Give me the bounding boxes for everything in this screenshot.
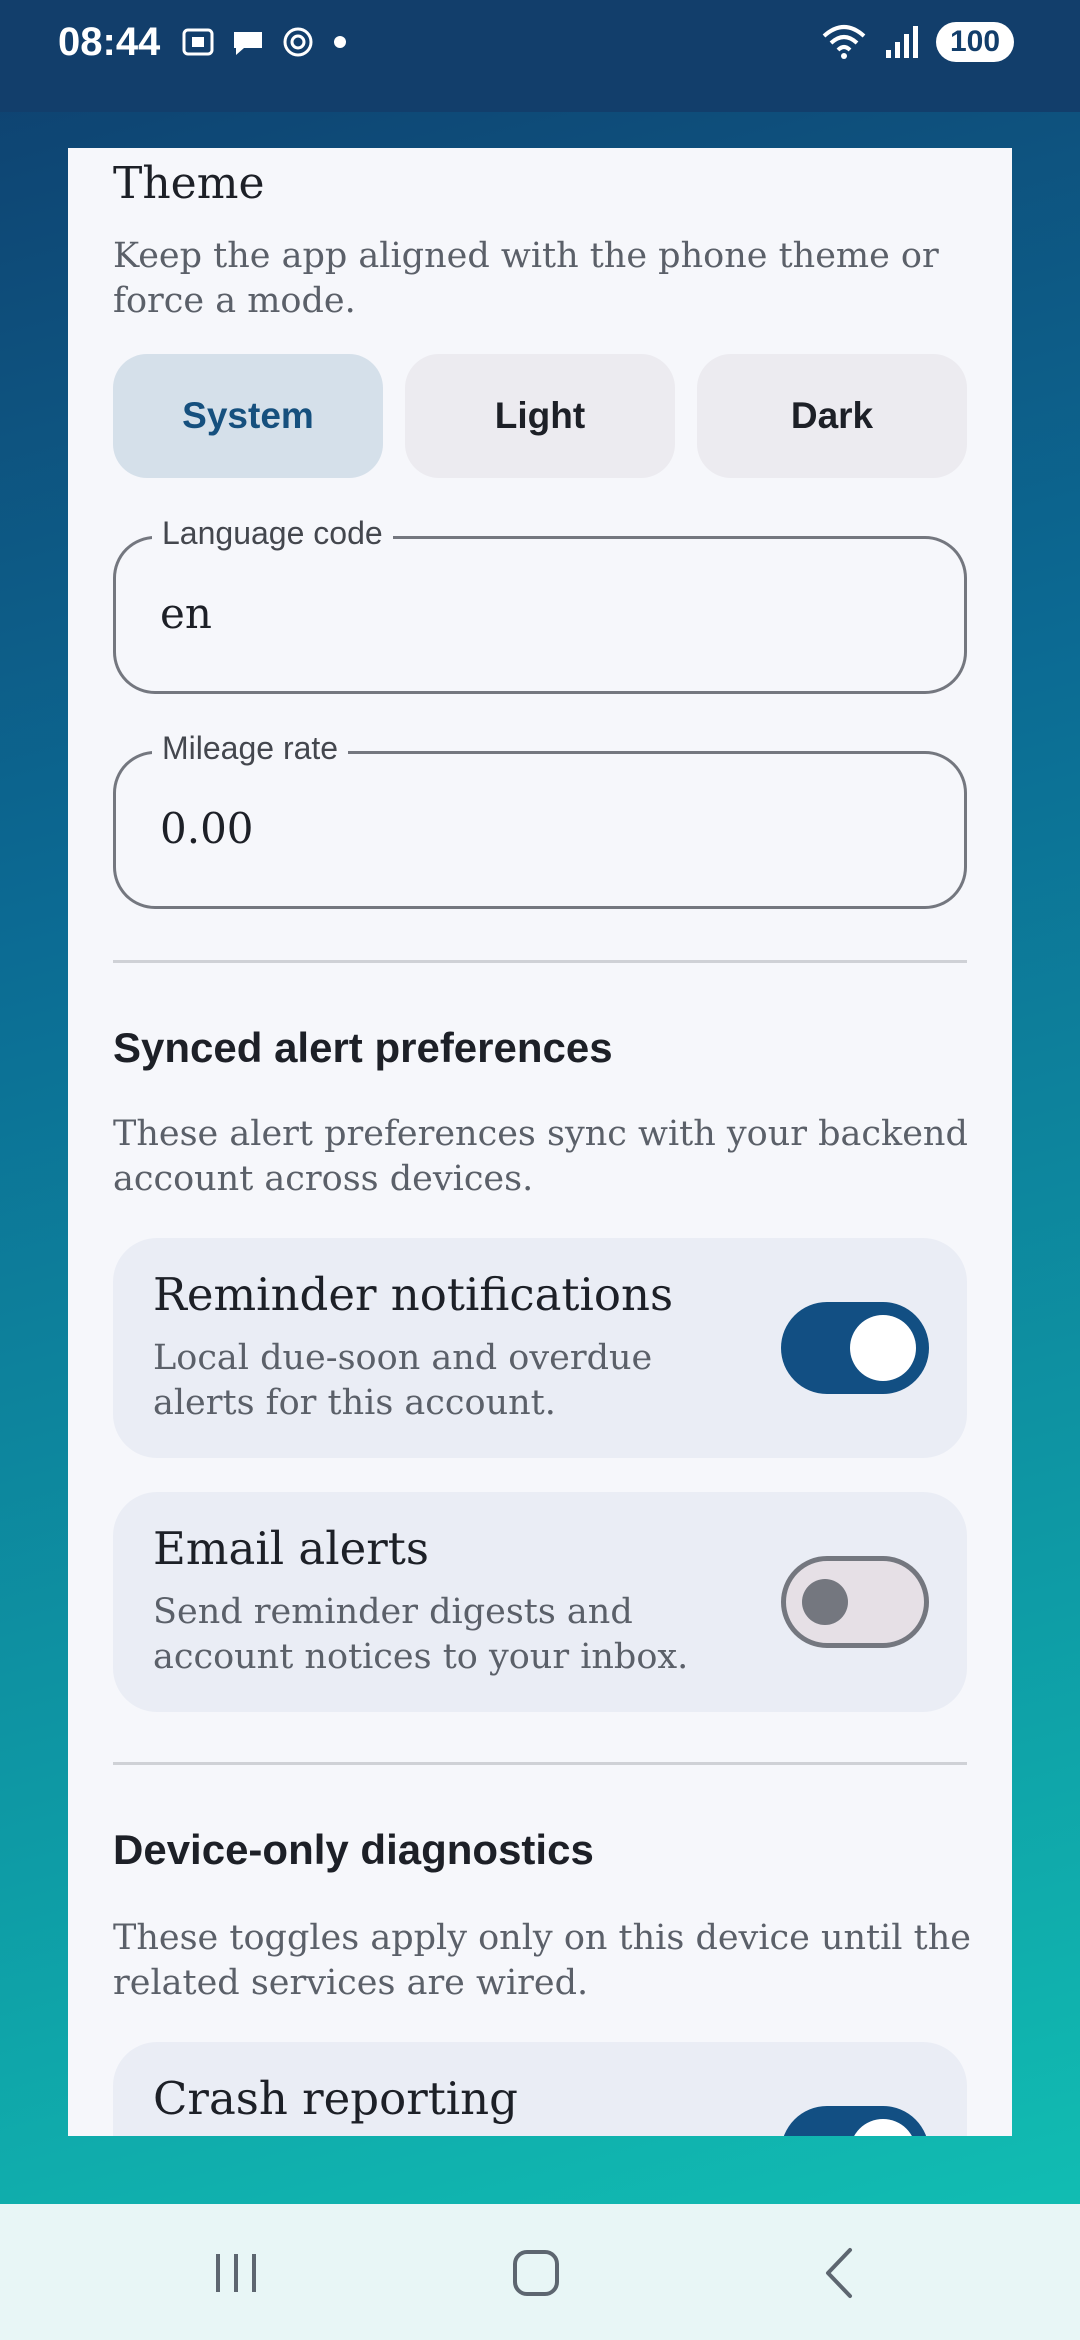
theme-title: Theme (113, 158, 265, 209)
theme-option-dark[interactable]: Dark (697, 354, 967, 478)
email-alerts-toggle[interactable] (781, 1556, 929, 1648)
language-code-label: Language code (152, 515, 393, 552)
navigation-bar (0, 2204, 1080, 2340)
toggle-knob (802, 1579, 848, 1625)
home-icon[interactable] (496, 2232, 576, 2312)
status-bar: 08:44 100 (0, 0, 1080, 112)
openai-icon (283, 27, 313, 57)
back-icon[interactable] (800, 2232, 880, 2312)
screenshot-icon (182, 28, 214, 56)
crash-reporting-title: Crash reporting (153, 2072, 518, 2125)
reminder-notifications-toggle[interactable] (781, 1302, 929, 1394)
device-section-title: Device-only diagnostics (113, 1826, 594, 1873)
synced-section-title: Synced alert preferences (113, 1024, 613, 1071)
settings-card: Theme Keep the app aligned with the phon… (68, 148, 1012, 2136)
divider (113, 960, 967, 963)
theme-description: Keep the app aligned with the phone them… (113, 236, 939, 321)
email-alerts-title: Email alerts (153, 1522, 429, 1575)
toggle-knob (850, 1315, 916, 1381)
dot-icon (334, 36, 346, 48)
signal-icon (886, 26, 918, 58)
mileage-rate-value[interactable]: 0.00 (160, 804, 254, 853)
chat-bubble-icon (234, 32, 262, 55)
theme-option-light[interactable]: Light (405, 354, 675, 478)
email-alerts-subtitle: Send reminder digests and account notice… (153, 1592, 689, 1677)
divider (113, 1762, 967, 1765)
wifi-icon (822, 25, 866, 59)
reminder-notifications-card[interactable]: Reminder notifications Local due-soon an… (113, 1238, 967, 1458)
reminder-notifications-subtitle: Local due-soon and overdue alerts for th… (153, 1338, 653, 1423)
toggle-knob (850, 2119, 916, 2136)
status-time: 08:44 (58, 20, 161, 64)
reminder-notifications-title: Reminder notifications (153, 1268, 674, 1321)
language-code-field[interactable]: Language code en (113, 515, 967, 694)
theme-option-system[interactable]: System (113, 354, 383, 478)
mileage-rate-label: Mileage rate (152, 730, 349, 767)
email-alerts-card[interactable]: Email alerts Send reminder digests and a… (113, 1492, 967, 1712)
battery-indicator: 100 (936, 22, 1014, 62)
recent-apps-icon[interactable] (196, 2232, 276, 2312)
language-code-value[interactable]: en (160, 589, 212, 638)
device-section-description: These toggles apply only on this device … (113, 1918, 971, 2003)
mileage-rate-field[interactable]: Mileage rate 0.00 (113, 730, 967, 909)
synced-section-description: These alert preferences sync with your b… (113, 1114, 968, 1199)
crash-reporting-toggle[interactable] (781, 2106, 929, 2136)
crash-reporting-card[interactable]: Crash reporting (113, 2042, 967, 2136)
